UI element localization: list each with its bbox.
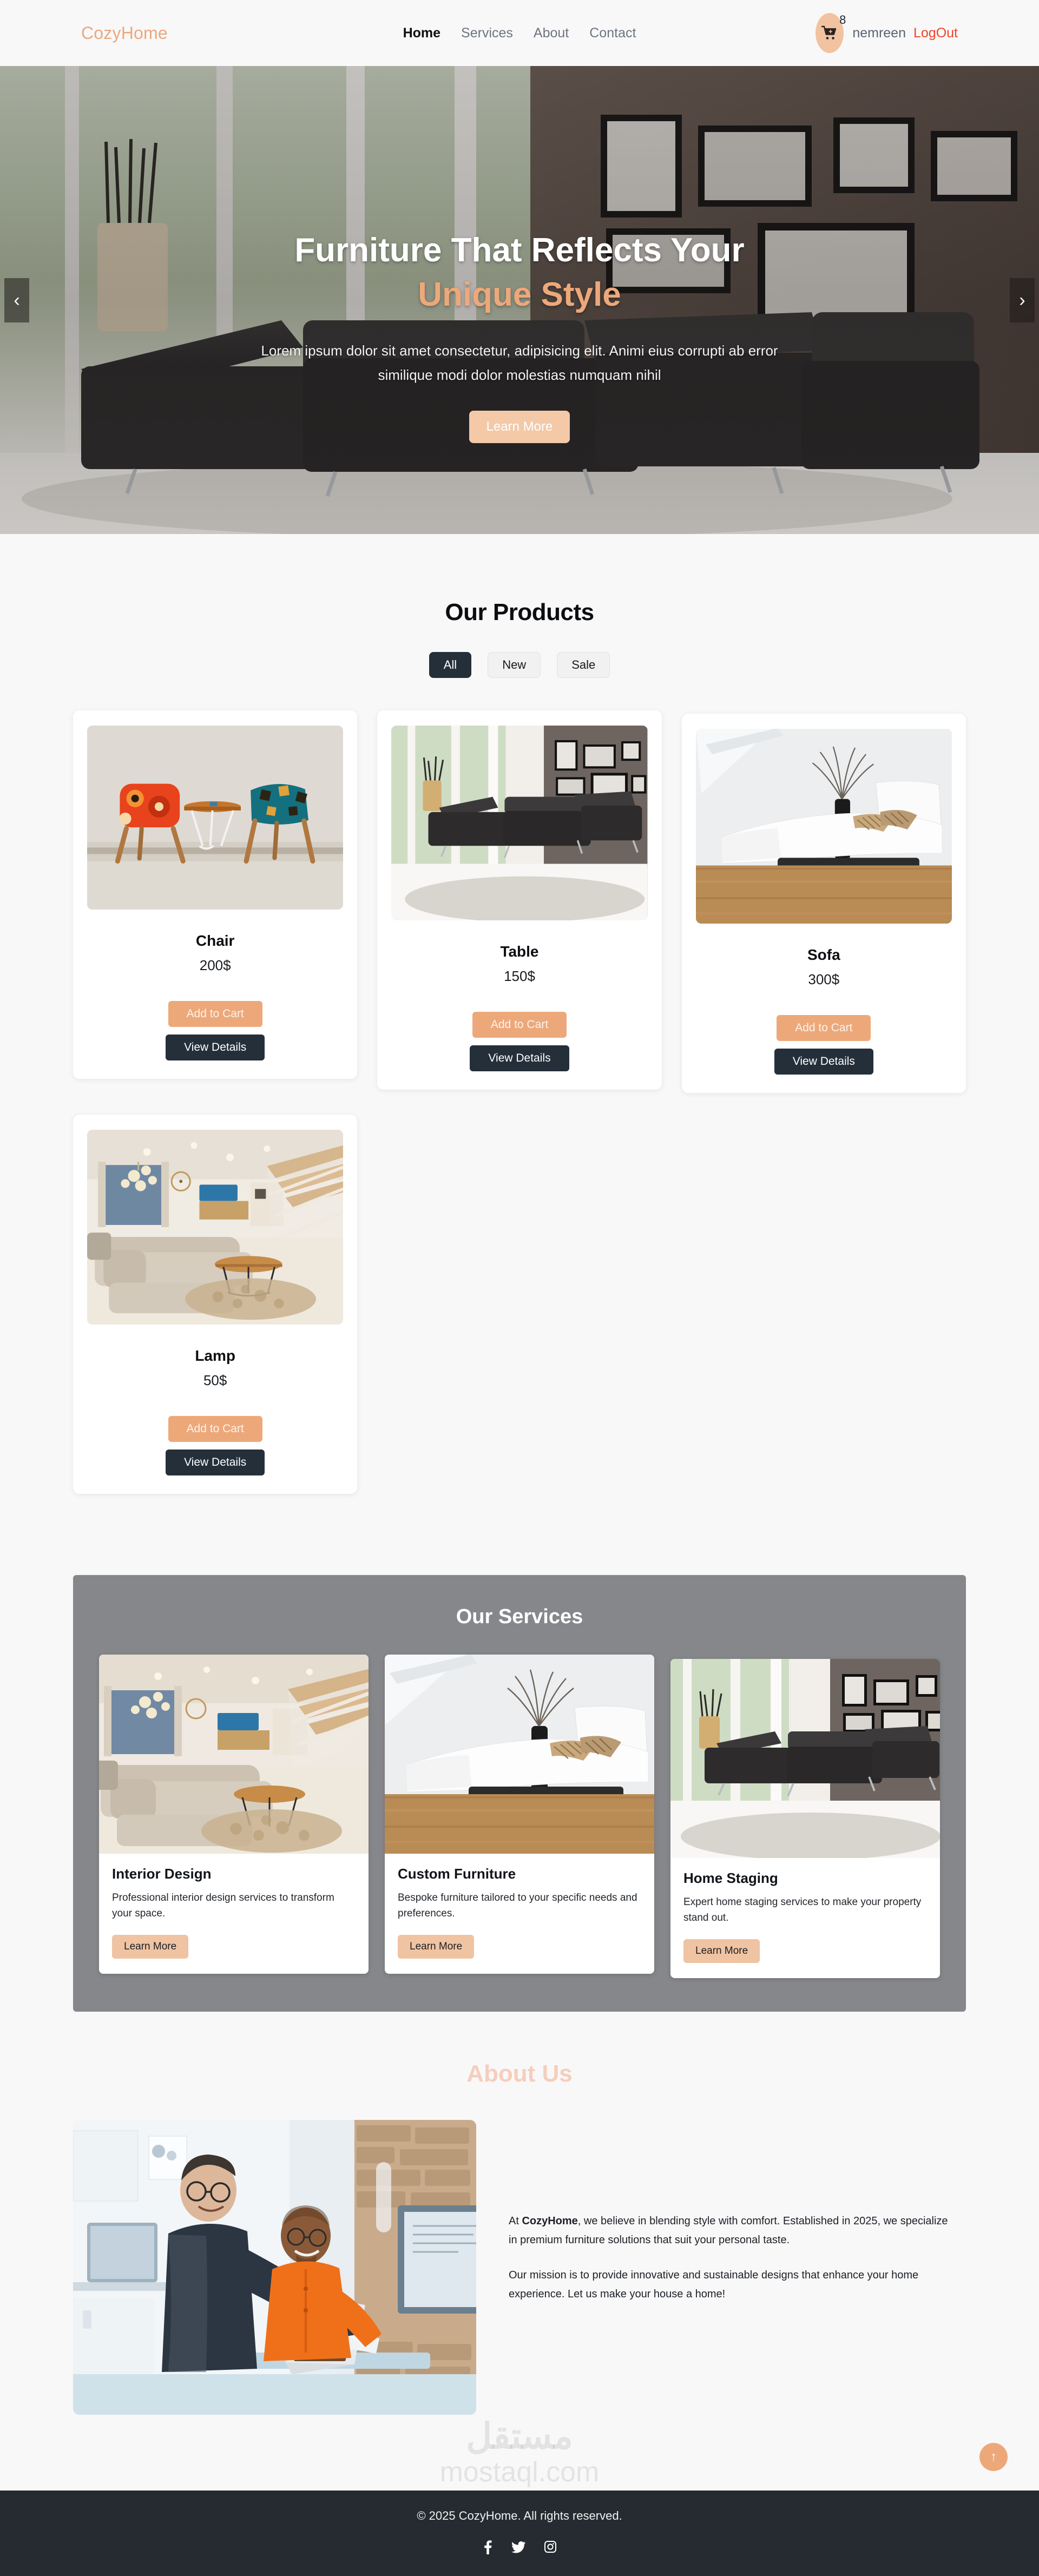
service-name: Custom Furniture: [398, 1866, 516, 1882]
mostaql-watermark: مستقل mostaql.com: [440, 2418, 600, 2486]
product-filter-group: All New Sale: [0, 652, 1039, 678]
service-learn-more-button[interactable]: Learn More: [683, 1939, 760, 1963]
service-card-interior-design[interactable]: Interior Design Professional interior de…: [99, 1655, 369, 1974]
service-image-interior-design: [99, 1655, 369, 1854]
product-card-table[interactable]: Table 150$ Add to Cart View Details: [377, 710, 662, 1090]
service-name: Home Staging: [683, 1870, 778, 1886]
product-price: 200$: [199, 957, 231, 973]
username-label: nemreen: [852, 25, 906, 41]
navbar: CozyHome Home Services About Contact 8 n…: [0, 0, 1039, 66]
watermark-latin: mostaql.com: [439, 2456, 600, 2488]
shopping-cart-plus-icon: [821, 25, 838, 43]
logout-link[interactable]: LogOut: [913, 25, 958, 41]
hero-title-accent: Unique Style: [418, 275, 621, 313]
footer-social-links: [0, 2540, 1039, 2554]
nav-link-contact[interactable]: Contact: [589, 25, 636, 41]
hero-subtitle: Lorem ipsum dolor sit amet consectetur, …: [261, 342, 778, 384]
about-image: [73, 2119, 476, 2415]
nav-link-home[interactable]: Home: [403, 25, 440, 41]
filter-all-button[interactable]: All: [429, 652, 472, 678]
service-learn-more-button[interactable]: Learn More: [112, 1934, 189, 1959]
services-section: Our Services Interior Design Professiona…: [73, 1575, 966, 2012]
about-section: About Us At CozyHome, we believe in blen…: [0, 2011, 1039, 2415]
services-title: Our Services: [456, 1605, 583, 1628]
footer-copyright: © 2025 CozyHome. All rights reserved.: [417, 2508, 622, 2522]
watermark-arabic: مستقل: [466, 2415, 573, 2456]
service-learn-more-button[interactable]: Learn More: [398, 1934, 475, 1959]
product-price: 150$: [504, 968, 535, 984]
product-image-lamp: [87, 1130, 344, 1325]
products-section: Our Products All New Sale Chair 200$ Add…: [0, 534, 1039, 1516]
hero-learn-more-button[interactable]: Learn More: [469, 410, 570, 443]
service-body: Custom Furniture Bespoke furniture tailo…: [385, 1854, 654, 1974]
hero-content: Furniture That Reflects Your Unique Styl…: [0, 66, 1039, 443]
service-description: Professional interior design services to…: [112, 1892, 334, 1920]
service-image-custom-furniture: [385, 1655, 654, 1854]
arrow-up-icon: ↑: [990, 2449, 997, 2464]
hero-title-main: Furniture That Reflects Your: [294, 232, 745, 269]
services-grid: Interior Design Professional interior de…: [99, 1655, 940, 1978]
product-name: Chair: [195, 932, 235, 949]
brand-logo[interactable]: CozyHome: [81, 23, 168, 43]
product-price: 50$: [203, 1372, 227, 1388]
add-to-cart-button[interactable]: Add to Cart: [168, 1001, 262, 1027]
footer: © 2025 CozyHome. All rights reserved.: [0, 2490, 1039, 2576]
navbar-right: 8 nemreen LogOut: [814, 13, 958, 53]
cart-button[interactable]: 8: [814, 13, 846, 53]
about-text: At CozyHome, we believe in blending styl…: [509, 2120, 958, 2304]
product-card-chair[interactable]: Chair 200$ Add to Cart View Details: [73, 710, 358, 1079]
product-name: Sofa: [807, 946, 840, 963]
product-image-sofa: [695, 729, 952, 924]
view-details-button[interactable]: View Details: [470, 1045, 569, 1071]
filter-new-button[interactable]: New: [488, 652, 541, 678]
carousel-prev-button[interactable]: ‹: [4, 278, 29, 322]
scroll-to-top-button[interactable]: ↑: [979, 2442, 1008, 2471]
cart-badge: 8: [839, 13, 846, 27]
view-details-button[interactable]: View Details: [166, 1450, 265, 1475]
chevron-left-icon: ‹: [14, 289, 20, 311]
product-image-table: [391, 726, 648, 920]
main-nav: Home Services About Contact: [403, 25, 636, 41]
product-price: 300$: [808, 971, 840, 987]
product-image-chair: [87, 726, 344, 910]
nav-link-about[interactable]: About: [534, 25, 569, 41]
hero-carousel: ‹ › Furniture That Reflects Your Unique …: [0, 66, 1039, 534]
about-paragraph-1: At CozyHome, we believe in blending styl…: [509, 2212, 958, 2250]
carousel-next-button[interactable]: ›: [1010, 278, 1035, 322]
service-description: Expert home staging services to make you…: [683, 1896, 922, 1924]
about-content: At CozyHome, we believe in blending styl…: [73, 2119, 966, 2415]
product-card-lamp[interactable]: Lamp 50$ Add to Cart View Details: [73, 1115, 358, 1494]
about-p1-lead: At: [509, 2215, 522, 2227]
product-grid: Chair 200$ Add to Cart View Details Tabl…: [73, 710, 966, 1494]
watermark-zone: مستقل mostaql.com ↑: [0, 2415, 1039, 2491]
filter-sale-button[interactable]: Sale: [557, 652, 610, 678]
facebook-icon[interactable]: [482, 2540, 493, 2554]
add-to-cart-button[interactable]: Add to Cart: [777, 1015, 871, 1041]
about-paragraph-2: Our mission is to provide innovative and…: [509, 2269, 919, 2300]
product-card-sofa[interactable]: Sofa 300$ Add to Cart View Details: [681, 714, 966, 1093]
chevron-right-icon: ›: [1019, 289, 1025, 311]
service-description: Bespoke furniture tailored to your speci…: [398, 1892, 637, 1920]
hero-title: Furniture That Reflects Your Unique Styl…: [249, 228, 790, 317]
products-title: Our Products: [445, 599, 594, 625]
about-title: About Us: [466, 2060, 573, 2087]
instagram-icon[interactable]: [544, 2540, 557, 2554]
service-body: Home Staging Expert home staging service…: [670, 1858, 940, 1978]
twitter-icon[interactable]: [511, 2540, 525, 2554]
add-to-cart-button[interactable]: Add to Cart: [168, 1416, 262, 1442]
service-image-home-staging: [670, 1659, 940, 1858]
nav-link-services[interactable]: Services: [461, 25, 513, 41]
service-card-home-staging[interactable]: Home Staging Expert home staging service…: [670, 1659, 940, 1978]
product-name: Lamp: [195, 1347, 235, 1364]
about-brand-name: CozyHome: [522, 2215, 578, 2227]
service-body: Interior Design Professional interior de…: [99, 1854, 369, 1974]
view-details-button[interactable]: View Details: [774, 1049, 873, 1075]
service-name: Interior Design: [112, 1866, 212, 1882]
service-card-custom-furniture[interactable]: Custom Furniture Bespoke furniture tailo…: [385, 1655, 654, 1974]
view-details-button[interactable]: View Details: [166, 1035, 265, 1060]
product-name: Table: [500, 943, 539, 960]
add-to-cart-button[interactable]: Add to Cart: [472, 1012, 567, 1038]
